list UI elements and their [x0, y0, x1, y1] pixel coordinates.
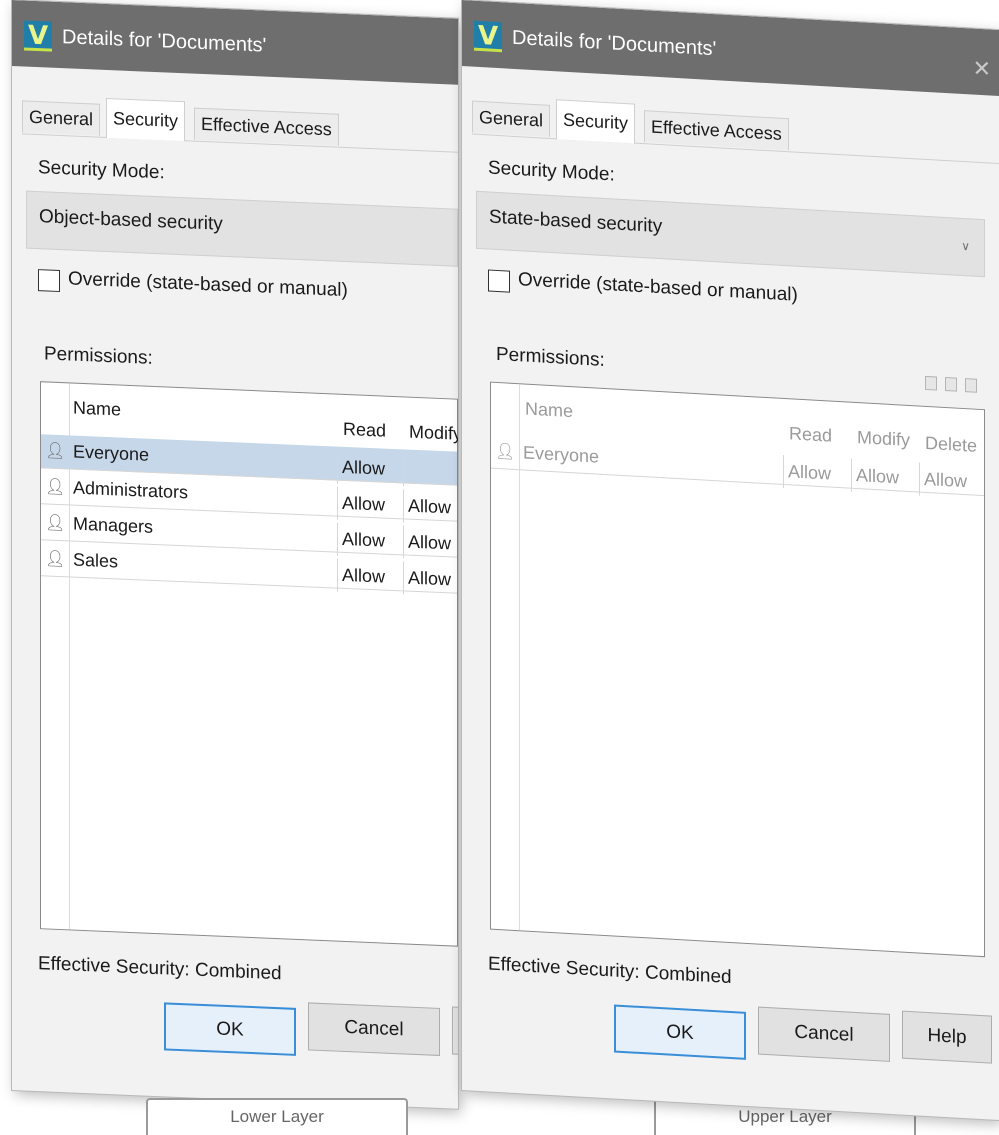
window-title: Details for 'Documents'	[512, 26, 717, 61]
row-modify: Allow	[403, 525, 458, 561]
user-icon: 👤︎	[45, 512, 66, 533]
user-icon: 👤︎	[45, 476, 66, 497]
security-mode-value: State-based security	[489, 206, 663, 238]
copy-icon[interactable]	[925, 375, 937, 391]
cancel-button[interactable]: Cancel	[758, 1006, 890, 1062]
tab-security[interactable]: Security	[556, 99, 636, 144]
permissions-label: Permissions:	[44, 343, 153, 369]
ok-button[interactable]: OK	[164, 1002, 296, 1056]
tab-effective-access[interactable]: Effective Access	[194, 107, 339, 146]
row-read: Allow	[337, 486, 403, 523]
row-read: Allow	[337, 522, 403, 559]
delete-icon[interactable]	[965, 378, 977, 393]
effective-security-status: Effective Security: Combined	[38, 953, 282, 985]
security-mode-label: Security Mode:	[38, 157, 165, 184]
row-modify: Allow	[403, 561, 458, 597]
column-header-read[interactable]: Read	[789, 423, 832, 446]
override-checkbox[interactable]	[38, 269, 60, 293]
close-icon[interactable]: ✕	[973, 57, 991, 83]
help-button[interactable]: Help	[902, 1010, 992, 1064]
effective-security-status: Effective Security: Combined	[488, 953, 732, 989]
row-name: Everyone	[523, 442, 600, 467]
title-bar: V Details for 'Documents'	[12, 0, 458, 85]
override-label: Override (state-based or manual)	[68, 268, 348, 302]
ok-button[interactable]: OK	[614, 1004, 746, 1060]
user-icon: 👤︎	[495, 440, 516, 461]
row-read: Allow	[337, 558, 403, 595]
window-title: Details for 'Documents'	[62, 26, 267, 57]
column-header-modify[interactable]: Modify	[409, 422, 458, 445]
security-mode-dropdown[interactable]: Object-based security	[26, 190, 458, 267]
row-modify	[403, 453, 458, 489]
row-read: Allow	[783, 454, 851, 492]
column-header-read[interactable]: Read	[343, 419, 386, 442]
upper-layer-dialog: V Details for 'Documents' ✕ General Secu…	[462, 0, 999, 1121]
title-bar: V Details for 'Documents' ✕	[462, 0, 999, 97]
table-row[interactable]: 👤︎ Everyone Allow Allow Allow	[491, 434, 985, 500]
chevron-down-icon: ∨	[961, 238, 970, 254]
tab-security[interactable]: Security	[106, 97, 186, 142]
column-header-modify[interactable]: Modify	[857, 427, 910, 451]
permissions-table: Name Read Modify 👤︎ Everyone Allow 👤︎ Ad…	[40, 381, 458, 947]
override-label: Override (state-based or manual)	[518, 269, 798, 306]
tab-general[interactable]: General	[22, 100, 101, 136]
tab-general[interactable]: General	[472, 100, 551, 137]
permissions-table: Name Read Modify Delete 👤︎ Everyone Allo…	[490, 381, 985, 958]
edit-icon[interactable]	[945, 377, 957, 392]
user-icon: 👤︎	[45, 440, 66, 461]
column-header-delete[interactable]: Delete	[925, 433, 977, 457]
lower-layer-caption: Lower Layer	[146, 1098, 408, 1135]
vault-logo-icon: V	[474, 20, 502, 53]
column-header-name[interactable]: Name	[73, 398, 121, 421]
row-modify: Allow	[403, 489, 458, 525]
row-read: Allow	[337, 450, 403, 487]
row-modify: Allow	[851, 458, 919, 496]
lower-layer-dialog: V Details for 'Documents' General Securi…	[12, 0, 458, 1109]
permissions-toolbar	[925, 374, 985, 397]
user-icon: 👤︎	[45, 548, 66, 569]
override-checkbox[interactable]	[488, 269, 510, 293]
security-mode-value: Object-based security	[39, 206, 223, 235]
cancel-button[interactable]: Cancel	[308, 1002, 440, 1056]
column-header-name[interactable]: Name	[525, 399, 573, 423]
row-delete: Allow	[919, 462, 985, 500]
security-mode-dropdown[interactable]: State-based security ∨	[476, 190, 985, 278]
help-button-partial[interactable]	[452, 1006, 458, 1057]
security-mode-label: Security Mode:	[488, 157, 615, 186]
vault-logo-icon: V	[24, 20, 52, 52]
permissions-label: Permissions:	[496, 343, 605, 371]
